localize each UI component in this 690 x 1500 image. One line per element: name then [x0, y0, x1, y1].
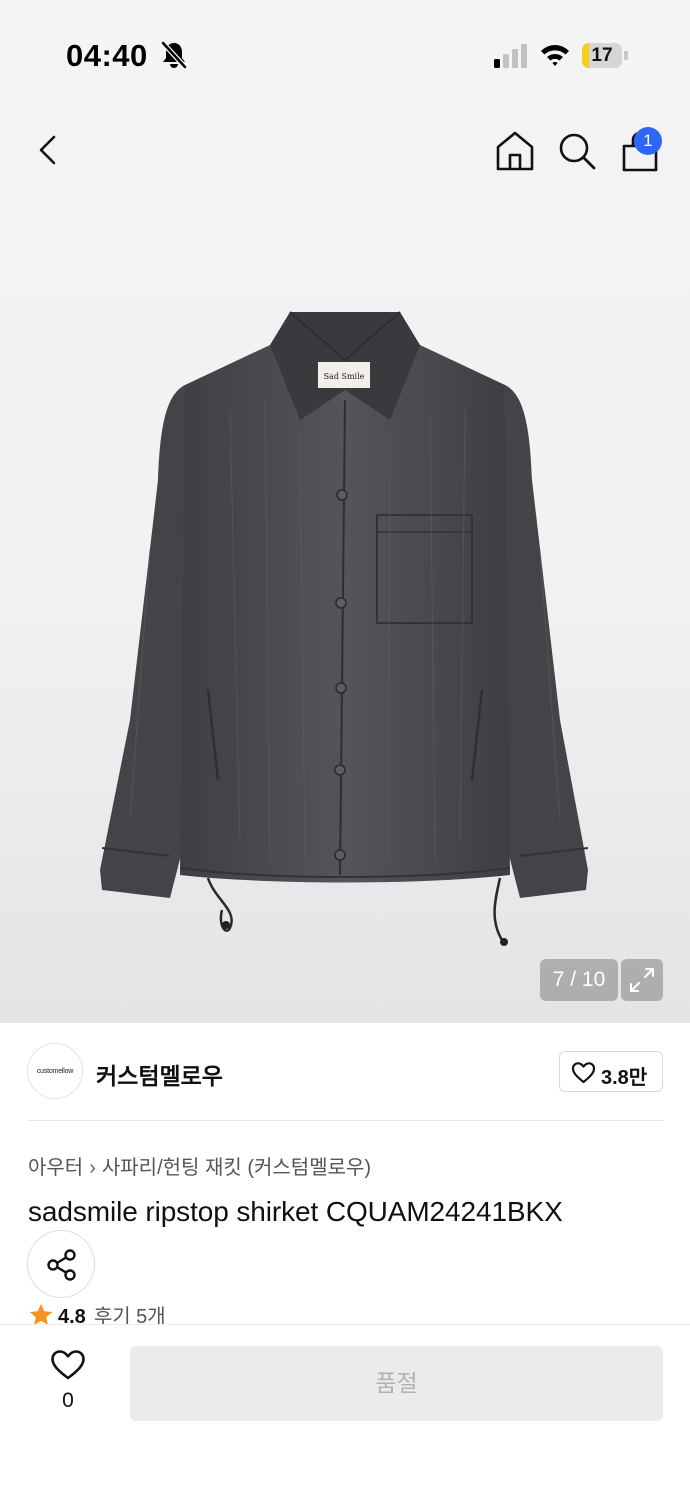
wishlist-count: 0: [62, 1389, 74, 1412]
battery-level: 17: [591, 45, 613, 66]
share-button[interactable]: [27, 1230, 95, 1298]
brand-logo[interactable]: customellow: [27, 1043, 83, 1099]
expand-icon[interactable]: [621, 959, 663, 1001]
cellular-signal-icon: [494, 44, 527, 68]
brand-like-count: 3.8만: [601, 1067, 648, 1089]
rating-row[interactable]: 4.8 후기 5개: [28, 1302, 166, 1324]
home-icon[interactable]: [492, 128, 538, 174]
bell-slash-icon: [161, 41, 187, 69]
breadcrumb-item-outer[interactable]: 아우터: [28, 1157, 83, 1179]
star-icon: [29, 1304, 53, 1324]
divider: [27, 1120, 663, 1121]
heart-outline-icon: [51, 1350, 85, 1380]
product-image-gallery[interactable]: 04:40 17 1 Sad Smile 7 / 10: [0, 0, 690, 1023]
image-counter: 7 / 10: [540, 959, 618, 1001]
share-icon: [47, 1249, 76, 1281]
cart-count-badge: 1: [634, 127, 662, 155]
heart-icon: [571, 1062, 596, 1084]
status-time: 04:40: [66, 38, 148, 73]
product-photo: Sad Smile: [100, 311, 589, 946]
brand-like-button[interactable]: 3.8만: [559, 1051, 663, 1092]
breadcrumb-item-category[interactable]: 사파리/헌팅 재킷 (커스텀멜로우): [102, 1157, 371, 1179]
breadcrumb: 아우터 › 사파리/헌팅 재킷 (커스텀멜로우): [28, 1151, 371, 1180]
review-count[interactable]: 후기 5개: [94, 1302, 166, 1324]
product-title: sadsmile ripstop shirket CQUAM24241BKX: [28, 1196, 563, 1227]
chevron-left-icon[interactable]: [28, 128, 72, 172]
battery-icon: 17: [582, 43, 628, 68]
brand-name[interactable]: 커스텀멜로우: [96, 1057, 223, 1091]
status-bar: 04:40 17: [0, 0, 690, 110]
search-icon[interactable]: [554, 128, 600, 174]
soldout-button[interactable]: 품절: [130, 1346, 663, 1421]
chevron-right-icon: ›: [89, 1157, 96, 1179]
wishlist-button[interactable]: 0: [38, 1347, 98, 1417]
wifi-icon: [541, 45, 569, 66]
garment-label-text: Sad Smile: [324, 372, 365, 381]
rating-value: 4.8: [58, 1306, 86, 1324]
bottom-action-bar: 0 품절: [0, 1324, 690, 1500]
